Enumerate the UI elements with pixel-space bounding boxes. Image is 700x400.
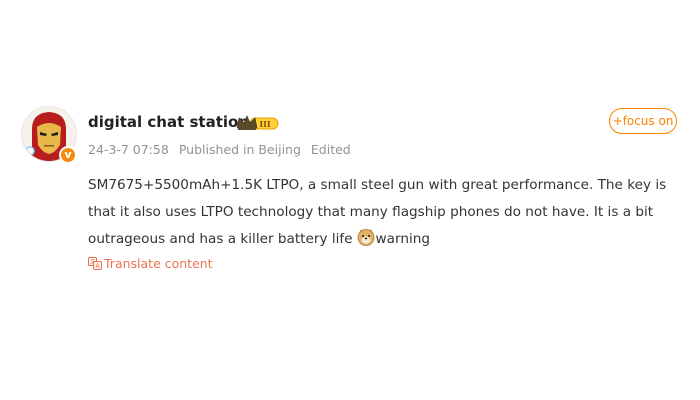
translate-content-link[interactable]: 文 A Translate content: [88, 256, 213, 271]
follow-button[interactable]: +focus on: [609, 108, 677, 134]
author-avatar[interactable]: v: [21, 106, 77, 164]
translate-icon: 文 A: [88, 257, 102, 270]
post-location: Published in Beijing: [178, 142, 301, 157]
author-name[interactable]: digital chat station: [88, 113, 249, 131]
weibo-post: v digital chat station III 24-3-7 07:58 …: [0, 0, 700, 400]
emoji-label: warning: [375, 231, 430, 247]
post-meta: 24-3-7 07:58 Published in Beijing Edited: [88, 142, 357, 157]
post-timestamp[interactable]: 24-3-7 07:58: [88, 142, 169, 157]
rank-badge-label: III: [259, 119, 270, 129]
verified-badge-icon: v: [59, 146, 77, 164]
crown-rank-iii-icon[interactable]: III: [236, 113, 280, 133]
edited-label[interactable]: Edited: [311, 142, 351, 157]
post-content: SM7675+5500mAh+1.5K LTPO, a small steel …: [88, 172, 688, 253]
doge-emoji-icon: [357, 228, 375, 246]
translate-label: Translate content: [104, 256, 213, 271]
